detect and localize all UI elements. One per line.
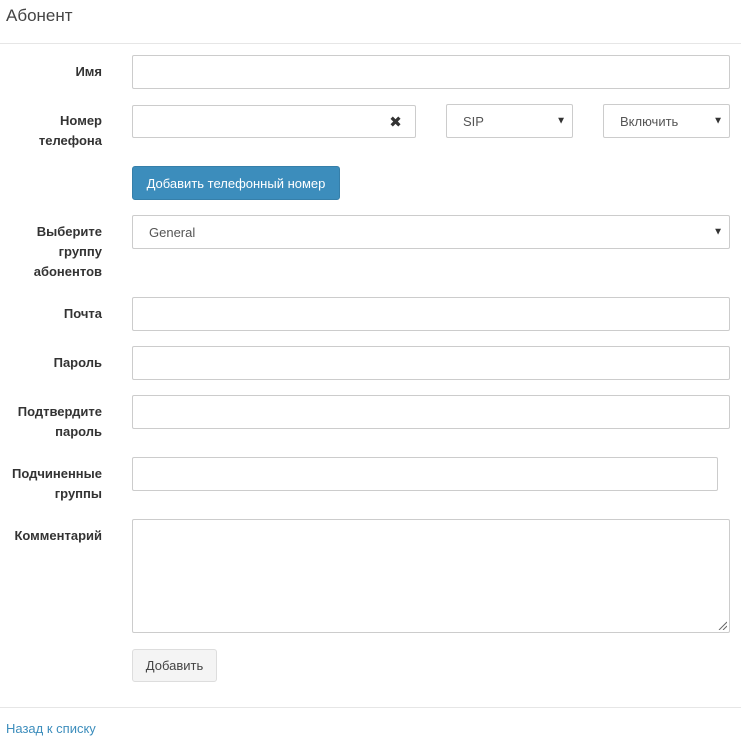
chevron-down-icon: ▼ (713, 226, 723, 238)
phone-type-value: SIP (463, 113, 484, 129)
confirm-password-label: Подтвердите пароль (17, 404, 102, 439)
phone-label: Номер телефона (38, 113, 102, 148)
email-label: Почта (63, 306, 102, 321)
back-to-list-link[interactable]: Назад к списку (6, 721, 96, 736)
name-label: Имя (75, 64, 102, 79)
phone-state-select[interactable]: Включить ▼ (603, 104, 730, 138)
phone-state-value: Включить (620, 113, 679, 129)
page-title: Абонент (6, 6, 73, 25)
chevron-down-icon: ▼ (556, 115, 566, 127)
group-value: General (149, 224, 196, 240)
name-input[interactable] (132, 55, 730, 89)
phone-type-select[interactable]: SIP ▼ (446, 104, 573, 138)
comment-label: Комментарий (14, 528, 102, 543)
group-label: Выберите группу абонентов (33, 224, 102, 279)
email-input[interactable] (132, 297, 730, 331)
page-header: Абонент (0, 0, 741, 44)
submit-label: Добавить (145, 658, 204, 673)
resize-handle-icon[interactable] (717, 620, 727, 630)
close-icon: ✖ (389, 113, 402, 131)
chevron-down-icon: ▼ (713, 115, 723, 127)
add-phone-button[interactable]: Добавить телефонный номер (132, 166, 340, 200)
password-label: Пароль (53, 355, 102, 370)
add-phone-label: Добавить телефонный номер (146, 175, 326, 191)
password-input[interactable] (132, 346, 730, 380)
confirm-password-input[interactable] (132, 395, 730, 429)
comment-textarea[interactable] (132, 519, 730, 633)
subgroups-input[interactable] (132, 457, 718, 491)
submit-button[interactable]: Добавить (132, 649, 217, 682)
page-footer: Назад к списку (0, 707, 741, 744)
phone-input[interactable] (132, 105, 377, 138)
group-select[interactable]: General ▼ (132, 215, 730, 249)
phone-clear-button[interactable]: ✖ (376, 105, 416, 138)
subgroups-label: Подчиненные группы (11, 466, 102, 501)
